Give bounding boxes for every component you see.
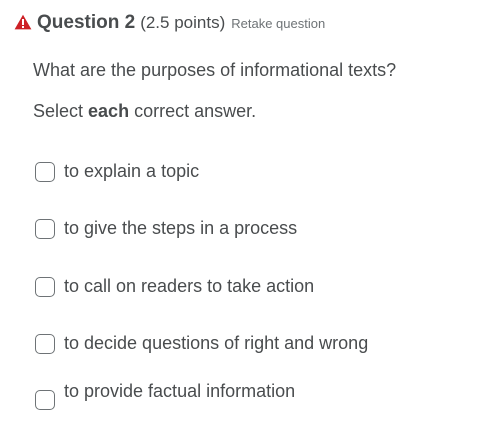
answer-checkbox[interactable] — [35, 219, 55, 239]
answer-checkbox[interactable] — [35, 162, 55, 182]
warning-triangle-icon — [14, 14, 32, 30]
instruction-suffix: correct answer. — [129, 101, 257, 121]
question-header: Question 2 (2.5 points) Retake question — [14, 12, 325, 34]
question-instruction: Select each correct answer. — [33, 101, 256, 122]
answer-checkbox[interactable] — [35, 334, 55, 354]
retake-question-link[interactable]: Retake question — [231, 16, 325, 31]
answer-option-1[interactable]: to explain a topic — [35, 160, 199, 182]
answer-option-label: to decide questions of right and wrong — [64, 333, 369, 353]
answer-option-4[interactable]: to decide questions of right and wrong — [35, 332, 368, 354]
answer-option-label: to provide factual information — [64, 381, 296, 401]
answer-option-3[interactable]: to call on readers to take action — [35, 275, 314, 297]
answer-option-label: to call on readers to take action — [64, 276, 315, 296]
question-prompt: What are the purposes of informational t… — [33, 60, 397, 80]
answer-option-label: to explain a topic — [64, 161, 200, 181]
instruction-prefix: Select — [33, 101, 89, 121]
question-points: (2.5 points) — [140, 13, 226, 32]
answer-checkbox[interactable] — [35, 277, 55, 297]
instruction-emphasis: each — [88, 101, 130, 121]
answer-checkbox[interactable] — [35, 390, 55, 410]
answer-option-2[interactable]: to give the steps in a process — [35, 217, 297, 239]
question-title: Question 2 — [37, 12, 136, 33]
answer-option-label: to give the steps in a process — [64, 218, 298, 238]
answer-option-5[interactable]: to provide factual information — [35, 380, 295, 410]
